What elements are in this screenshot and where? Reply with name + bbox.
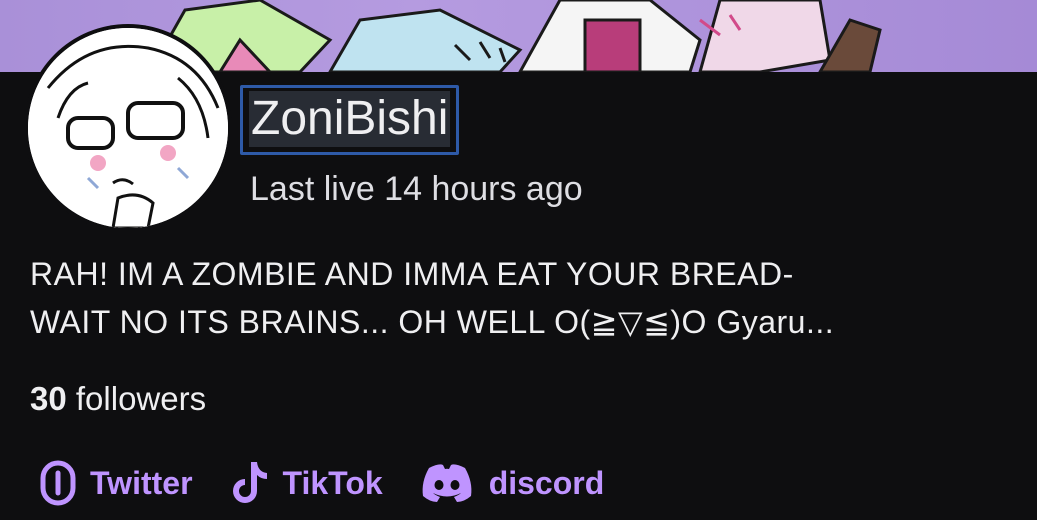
avatar-artwork	[28, 28, 228, 228]
discord-link[interactable]: discord	[419, 462, 605, 504]
channel-bio: RAH! IM A ZOMBIE AND IMMA EAT YOUR BREAD…	[30, 250, 1020, 346]
discord-icon	[419, 462, 475, 504]
tiktok-icon	[229, 460, 269, 506]
followers-label: followers	[75, 380, 207, 417]
twitter-link-icon	[40, 460, 76, 506]
channel-name: ZoniBishi	[249, 91, 451, 147]
channel-name-box[interactable]: ZoniBishi	[240, 85, 460, 155]
last-live-status: Last live 14 hours ago	[250, 170, 583, 208]
followers-count: 30 followers	[30, 380, 206, 418]
twitter-link[interactable]: Twitter	[40, 460, 193, 506]
twitter-label: Twitter	[90, 464, 193, 501]
followers-number: 30	[30, 380, 67, 417]
discord-label: discord	[488, 464, 605, 501]
bio-line-1: RAH! IM A ZOMBIE AND IMMA EAT YOUR BREAD…	[30, 256, 794, 292]
tiktok-link[interactable]: TikTok	[229, 460, 383, 506]
tiktok-label: TikTok	[282, 464, 383, 501]
bio-line-2: WAIT NO ITS BRAINS... OH WELL O(≧▽≦)O Gy…	[30, 304, 835, 340]
channel-avatar[interactable]	[28, 28, 228, 228]
social-links: Twitter TikTok discord	[40, 455, 640, 511]
